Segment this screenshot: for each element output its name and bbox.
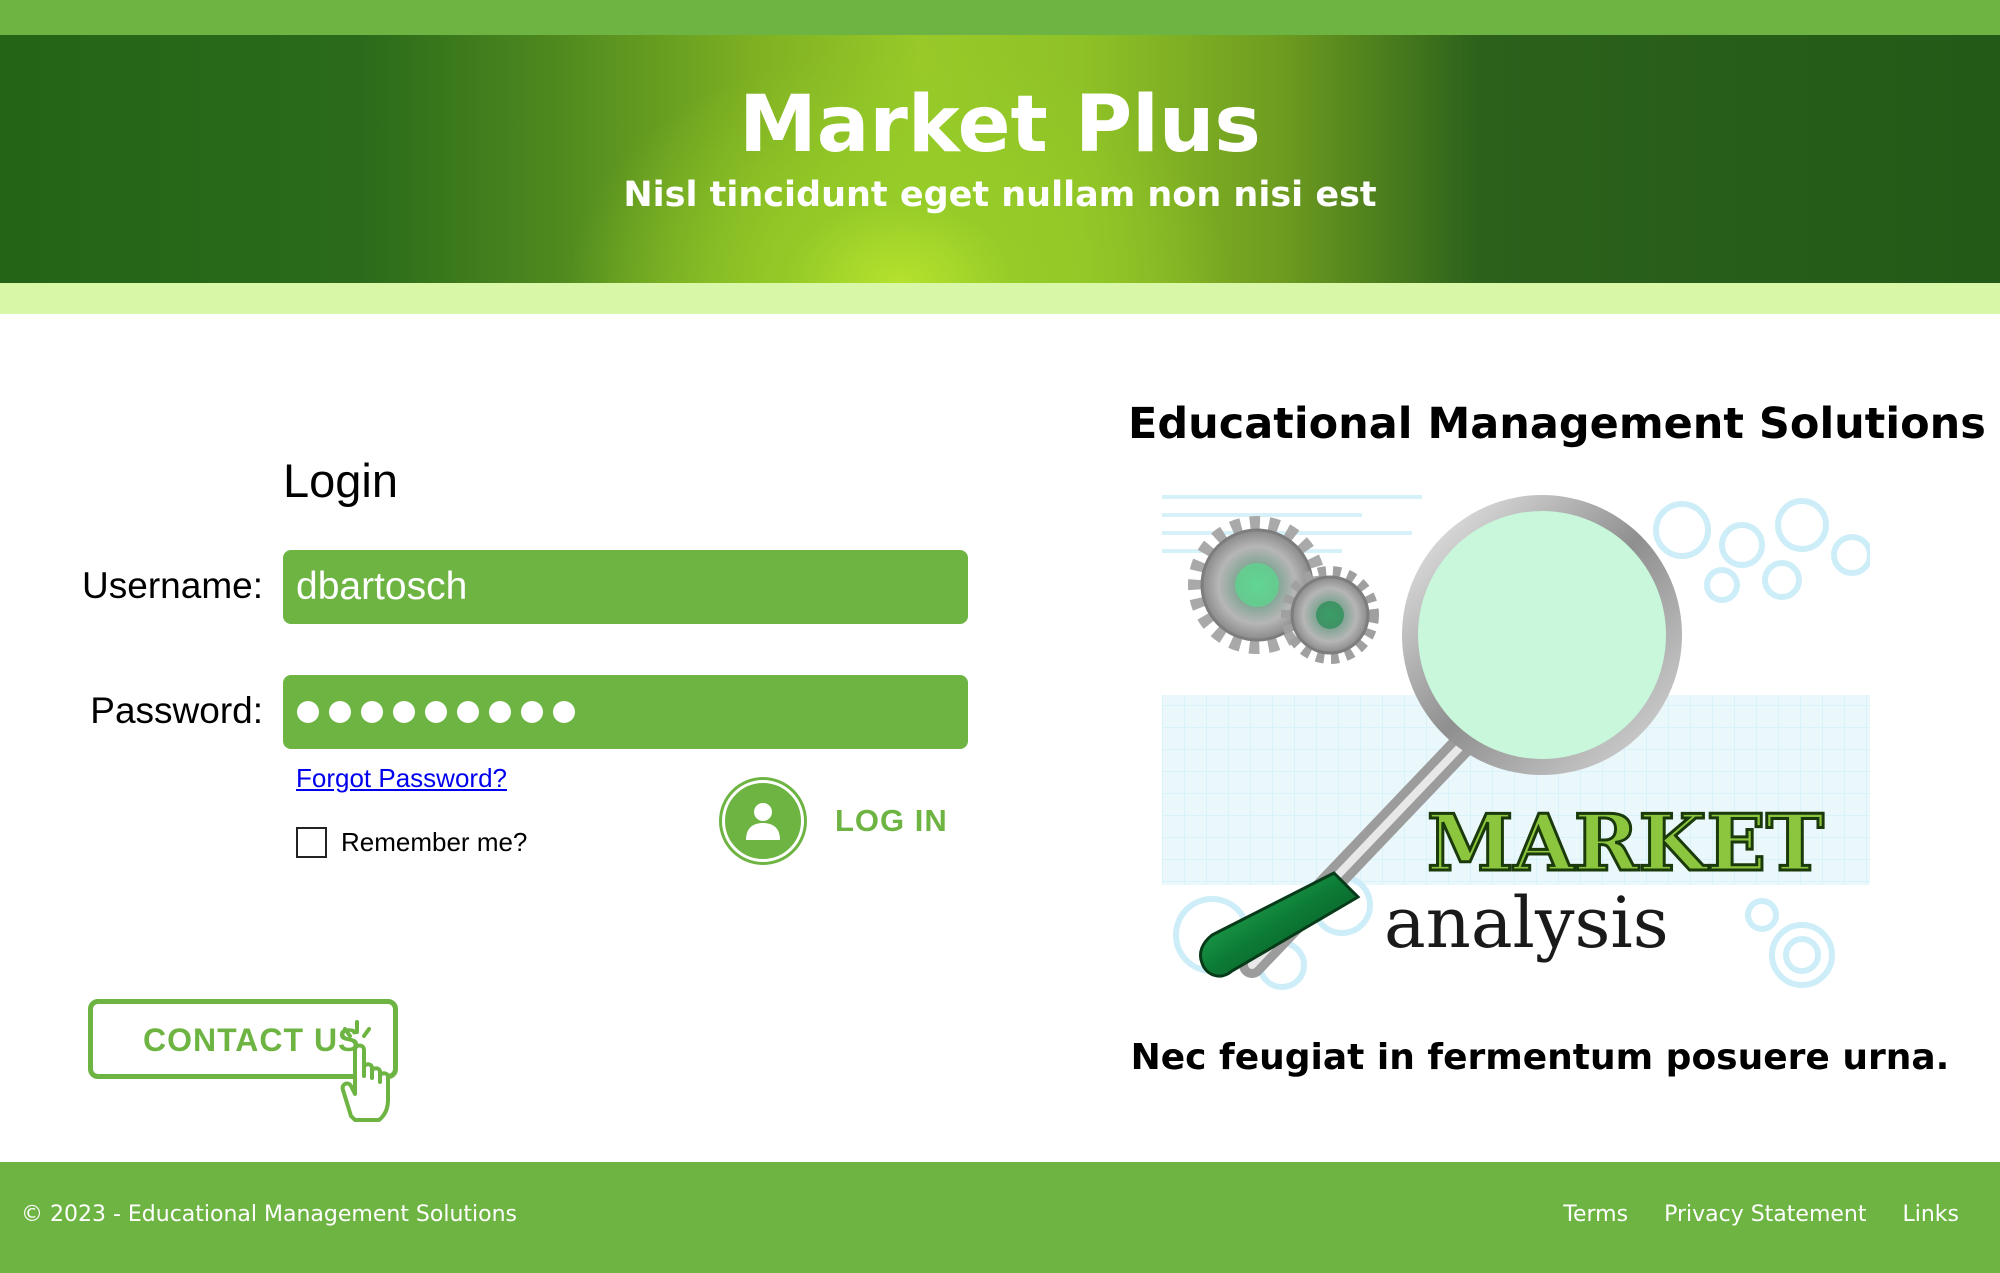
remember-me[interactable]: Remember me?	[296, 825, 527, 859]
password-mask-dot	[425, 701, 447, 723]
password-mask-dot	[521, 701, 543, 723]
password-mask-dot	[457, 701, 479, 723]
image-text-analysis: analysis	[1384, 882, 1669, 964]
password-mask-dot	[329, 701, 351, 723]
market-analysis-image: MARKET analysis	[1162, 485, 1870, 999]
login-button[interactable]: LOG IN	[722, 780, 948, 862]
site-subtitle: Nisl tincidunt eget nullam non nisi est	[623, 175, 1377, 215]
password-mask-dot	[553, 701, 575, 723]
top-accent-bar	[0, 0, 2000, 35]
footer-link-links[interactable]: Links	[1902, 1200, 1959, 1230]
password-mask-dot	[393, 701, 415, 723]
header-banner: Market Plus Nisl tincidunt eget nullam n…	[0, 35, 2000, 283]
pointer-hand-icon	[340, 1020, 390, 1122]
site-title: Market Plus	[739, 80, 1261, 170]
footer-link-terms[interactable]: Terms	[1563, 1200, 1628, 1230]
login-button-label: LOG IN	[835, 803, 948, 838]
copyright-text: © 2023 - Educational Management Solution…	[21, 1202, 518, 1227]
remember-me-label: Remember me?	[341, 827, 528, 857]
footer-links: Terms Privacy Statement Links	[1563, 1200, 1959, 1230]
panel-caption: Nec feugiat in fermentum posuere urna.	[1130, 1037, 1950, 1078]
header-divider-bar	[0, 283, 2000, 314]
panel-title: Educational Management Solutions	[1128, 399, 1986, 449]
contact-us-label: CONTACT US	[143, 1022, 361, 1058]
password-input[interactable]	[283, 675, 968, 749]
image-text-market: MARKET	[1427, 798, 1824, 889]
username-label: Username:	[82, 565, 263, 606]
footer: © 2023 - Educational Management Solution…	[0, 1162, 2000, 1273]
footer-link-privacy[interactable]: Privacy Statement	[1664, 1200, 1866, 1230]
password-mask-dot	[361, 701, 383, 723]
remember-me-checkbox[interactable]	[296, 826, 327, 858]
forgot-password-link[interactable]: Forgot Password?	[296, 761, 507, 795]
password-label: Password:	[90, 690, 263, 731]
user-icon	[722, 780, 804, 862]
username-input[interactable]: dbartosch	[283, 550, 968, 624]
password-mask-dot	[489, 701, 511, 723]
password-mask-dot	[297, 701, 319, 723]
login-heading: Login	[283, 454, 398, 507]
